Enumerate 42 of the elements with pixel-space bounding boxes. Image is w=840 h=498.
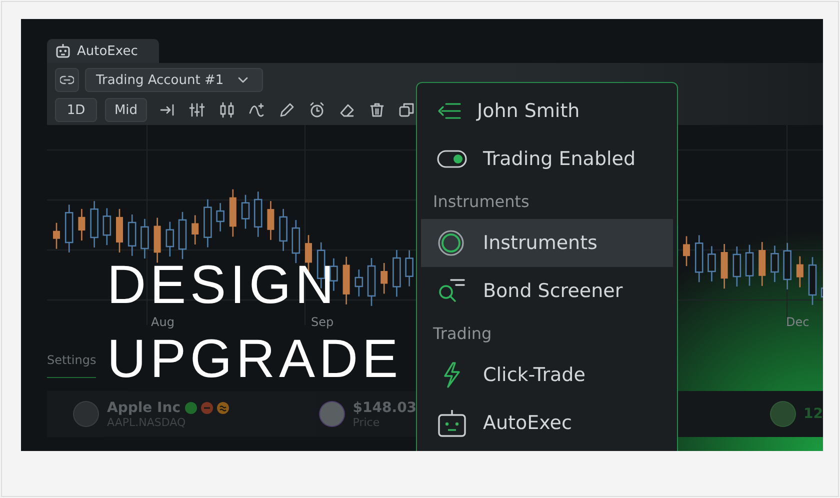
alarm-icon[interactable] (309, 102, 325, 118)
copy-icon[interactable] (399, 102, 415, 118)
target-icon (437, 229, 467, 257)
section-heading: Instruments (432, 190, 530, 212)
menu-item[interactable]: Click-Trade (421, 351, 673, 399)
link-button[interactable] (55, 68, 79, 92)
axis-label: Aug (151, 315, 174, 329)
asset-logo (318, 401, 345, 427)
chevron-down-icon (238, 77, 248, 83)
axis-label: Dec (786, 315, 810, 329)
price-type-button[interactable]: Mid (105, 98, 147, 122)
user-menu-item[interactable]: John Smith (421, 87, 673, 135)
robot-icon (55, 43, 71, 59)
headline-text: DESIGN (107, 257, 338, 313)
toggle-switch[interactable] (437, 150, 467, 168)
price-value: $148.03 (352, 400, 417, 416)
panel-tab[interactable]: Settings (47, 353, 96, 378)
headline-text: UPGRADE (107, 331, 402, 387)
trash-icon[interactable] (369, 102, 385, 118)
candles-icon[interactable] (219, 102, 235, 118)
window-tab[interactable]: AutoExec (47, 39, 159, 63)
eraser-icon[interactable] (339, 102, 355, 118)
menu-item[interactable]: AutoExec (421, 399, 673, 447)
menu-item[interactable]: Bond Screener (421, 267, 673, 315)
value-text: 12 (804, 406, 823, 422)
asset-logo (770, 401, 796, 427)
link-icon (60, 74, 74, 86)
robot-icon (437, 409, 467, 437)
pencil-icon[interactable] (279, 102, 295, 118)
search-list-icon (437, 277, 467, 305)
arrow-to-line-icon[interactable] (159, 102, 175, 118)
trading-toggle-item[interactable]: Trading Enabled (421, 135, 673, 183)
interval-button[interactable]: 1D (55, 98, 97, 122)
sliders-icon[interactable] (189, 102, 205, 118)
account-dropdown[interactable]: Trading Account #1 (85, 68, 263, 92)
curve-icon[interactable] (249, 102, 265, 118)
axis-label: Sep (311, 315, 334, 329)
back-list-icon (437, 102, 461, 120)
menu-item[interactable]: Instruments (421, 219, 673, 267)
asset-logo (73, 401, 99, 427)
asset-name: Apple Inc (106, 400, 181, 416)
section-heading: Trading (432, 322, 493, 344)
